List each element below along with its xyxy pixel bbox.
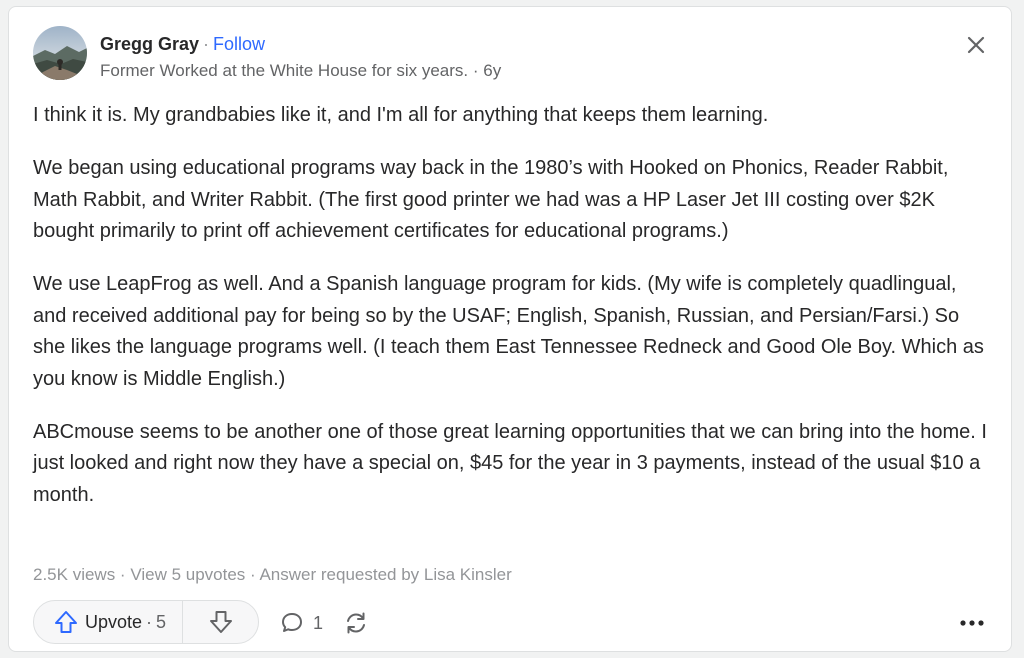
comment-bubble-icon bbox=[279, 610, 305, 636]
upvote-button[interactable]: Upvote · 5 bbox=[34, 601, 176, 643]
vote-group: Upvote · 5 bbox=[33, 600, 259, 644]
stats-separator: · bbox=[245, 565, 260, 584]
answer-paragraph: ABCmouse seems to be another one of thos… bbox=[33, 420, 987, 506]
upvote-separator: · bbox=[146, 611, 153, 632]
views-count: 2.5K views bbox=[33, 565, 116, 584]
author-avatar[interactable] bbox=[33, 26, 87, 80]
downvote-arrow-icon bbox=[209, 611, 232, 633]
upvote-count: 5 bbox=[156, 611, 167, 632]
author-name[interactable]: Gregg Gray bbox=[100, 33, 199, 55]
close-icon bbox=[967, 36, 985, 54]
stats-separator: · bbox=[115, 565, 131, 584]
more-dots-icon bbox=[960, 620, 984, 626]
close-button[interactable] bbox=[963, 32, 989, 58]
view-upvotes-link[interactable]: View 5 upvotes bbox=[130, 565, 245, 584]
upvote-arrow-icon bbox=[53, 609, 79, 635]
follow-button[interactable]: Follow bbox=[213, 33, 265, 55]
more-options-button[interactable] bbox=[958, 611, 986, 635]
answer-paragraph: I think it is. My grandbabies like it, a… bbox=[33, 104, 769, 126]
comment-count: 1 bbox=[313, 612, 324, 633]
downvote-button[interactable] bbox=[183, 601, 258, 643]
author-line: Gregg Gray · Follow bbox=[100, 33, 265, 55]
upvote-label: Upvote bbox=[85, 611, 143, 632]
share-reload-icon bbox=[347, 612, 365, 634]
answer-requested-by[interactable]: Answer requested by Lisa Kinsler bbox=[259, 565, 511, 584]
share-button[interactable] bbox=[343, 610, 369, 636]
answer-card: Gregg Gray · Follow Former Worked at the… bbox=[8, 6, 1012, 652]
answer-paragraph: We began using educational programs way … bbox=[33, 157, 949, 242]
author-credential: Former Worked at the White House for six… bbox=[100, 61, 502, 80]
answer-paragraph: We use LeapFrog as well. And a Spanish l… bbox=[33, 273, 984, 390]
comment-button[interactable]: 1 bbox=[279, 610, 323, 636]
author-separator: · bbox=[203, 34, 210, 54]
answer-stats: 2.5K views · View 5 upvotes · Answer req… bbox=[33, 564, 512, 586]
answer-body: I think it is. My grandbabies like it, a… bbox=[33, 100, 988, 533]
